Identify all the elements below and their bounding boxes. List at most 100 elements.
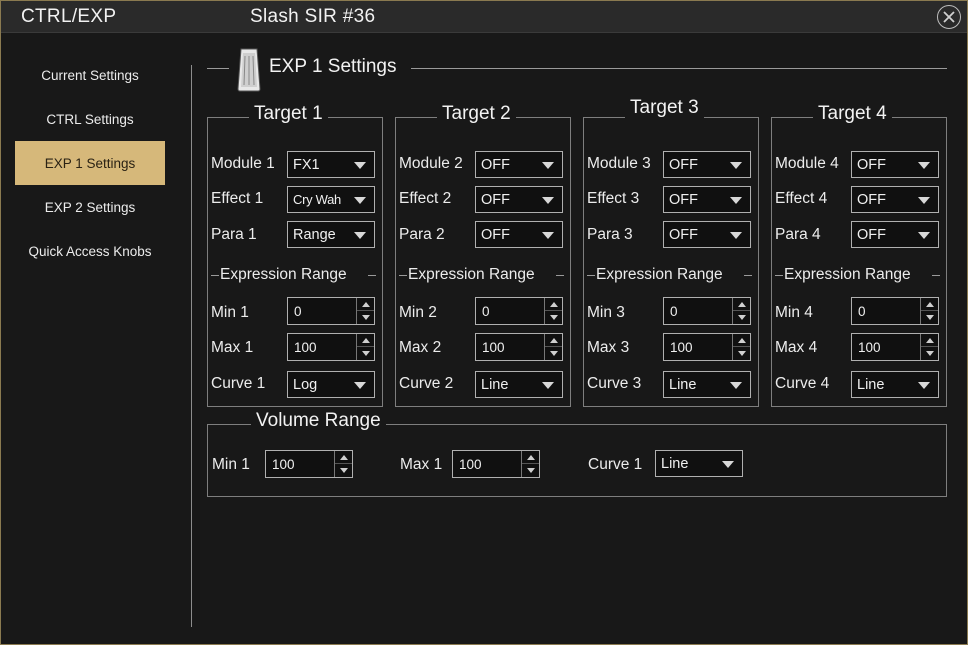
chevron-down-icon — [354, 382, 366, 389]
target-2-min-label: Min 2 — [399, 304, 437, 321]
target-4-effect-select[interactable]: OFF — [851, 186, 939, 213]
target-2-min-up-button[interactable] — [545, 298, 562, 311]
target-1-min-up-button[interactable] — [357, 298, 374, 311]
volume-curve-select[interactable]: Line — [655, 450, 743, 477]
sidebar-item-quick-access-knobs[interactable]: Quick Access Knobs — [15, 229, 165, 273]
volume-max-down-button[interactable] — [522, 464, 539, 477]
target-1-curve-label: Curve 1 — [211, 375, 266, 392]
sidebar-item-exp2-settings[interactable]: EXP 2 Settings — [15, 185, 165, 229]
target-1-max-down-button[interactable] — [357, 347, 374, 360]
target-1-module-select[interactable]: FX1 — [287, 151, 375, 178]
target-2-curve-select[interactable]: Line — [475, 371, 563, 398]
target-1-curve-select[interactable]: Log — [287, 371, 375, 398]
arrow-up-icon — [737, 301, 746, 307]
arrow-up-icon — [361, 301, 370, 307]
arrow-down-icon — [549, 351, 558, 356]
chevron-down-icon — [918, 197, 930, 204]
target-1-min-down-button[interactable] — [357, 311, 374, 324]
target-1-max-up-button[interactable] — [357, 334, 374, 347]
target-3-min-down-button[interactable] — [733, 311, 750, 324]
target-3-para-label: Para 3 — [587, 226, 633, 243]
target-1-para-select[interactable]: Range — [287, 221, 375, 248]
volume-min-up-button[interactable] — [335, 451, 352, 464]
arrow-down-icon — [925, 315, 934, 320]
target-2-module-label: Module 2 — [399, 155, 463, 172]
target-1-module-label: Module 1 — [211, 155, 275, 172]
target-2-min-down-button[interactable] — [545, 311, 562, 324]
target-4-module-select[interactable]: OFF — [851, 151, 939, 178]
target-3-max-spin-buttons — [732, 334, 750, 360]
target-1-curve-value: Log — [293, 377, 318, 393]
sidebar-item-exp1-settings[interactable]: EXP 1 Settings — [15, 141, 165, 185]
volume-min-spin-buttons — [334, 451, 352, 477]
target-4-title: Target 4 — [813, 103, 892, 125]
target-3-max-up-button[interactable] — [733, 334, 750, 347]
target-4-module-label: Module 4 — [775, 155, 839, 172]
target-2-max-down-button[interactable] — [545, 347, 562, 360]
volume-max-label: Max 1 — [400, 456, 443, 473]
target-4-min-label: Min 4 — [775, 304, 813, 321]
target-3-range-rule-right — [744, 275, 752, 276]
target-3-min-value: 0 — [670, 304, 678, 319]
target-4-max-spinbox[interactable]: 100 — [851, 333, 939, 361]
target-4-min-down-button[interactable] — [921, 311, 938, 324]
target-4-curve-label: Curve 4 — [775, 375, 830, 392]
target-2-para-select[interactable]: OFF — [475, 221, 563, 248]
target-4-min-spinbox[interactable]: 0 — [851, 297, 939, 325]
sidebar-divider — [191, 65, 192, 627]
target-1-max-spinbox[interactable]: 100 — [287, 333, 375, 361]
target-2-min-spin-buttons — [544, 298, 562, 324]
app-title: CTRL/EXP — [21, 6, 117, 27]
target-3-min-spinbox[interactable]: 0 — [663, 297, 751, 325]
arrow-up-icon — [526, 454, 535, 460]
target-4-para-select[interactable]: OFF — [851, 221, 939, 248]
chevron-down-icon — [542, 382, 554, 389]
arrow-down-icon — [361, 351, 370, 356]
target-3-module-value: OFF — [669, 157, 698, 173]
sidebar-item-ctrl-settings[interactable]: CTRL Settings — [15, 97, 165, 141]
target-1-min-spinbox[interactable]: 0 — [287, 297, 375, 325]
target-3-max-down-button[interactable] — [733, 347, 750, 360]
target-2-title: Target 2 — [437, 103, 516, 125]
arrow-down-icon — [361, 315, 370, 320]
target-2-max-value: 100 — [482, 340, 505, 355]
volume-min-spinbox[interactable]: 100 — [265, 450, 353, 478]
chevron-down-icon — [542, 232, 554, 239]
target-2-max-up-button[interactable] — [545, 334, 562, 347]
target-2-max-spinbox[interactable]: 100 — [475, 333, 563, 361]
target-4-min-up-button[interactable] — [921, 298, 938, 311]
target-4-max-up-button[interactable] — [921, 334, 938, 347]
sidebar-item-current-settings[interactable]: Current Settings — [15, 53, 165, 97]
target-4-curve-select[interactable]: Line — [851, 371, 939, 398]
target-3-title: Target 3 — [625, 97, 704, 119]
target-3-max-value: 100 — [670, 340, 693, 355]
arrow-up-icon — [339, 454, 348, 460]
target-2-curve-label: Curve 2 — [399, 375, 454, 392]
target-1-min-label: Min 1 — [211, 304, 249, 321]
target-1-effect-select[interactable]: Cry Wah — [287, 186, 375, 213]
target-2-min-spinbox[interactable]: 0 — [475, 297, 563, 325]
target-3-max-spinbox[interactable]: 100 — [663, 333, 751, 361]
target-4-expression-range-title: Expression Range — [784, 266, 911, 283]
target-3-min-label: Min 3 — [587, 304, 625, 321]
volume-curve-value: Line — [661, 456, 689, 472]
target-2-module-select[interactable]: OFF — [475, 151, 563, 178]
target-2-effect-label: Effect 2 — [399, 190, 452, 207]
target-3-min-up-button[interactable] — [733, 298, 750, 311]
target-3-effect-select[interactable]: OFF — [663, 186, 751, 213]
arrow-up-icon — [549, 337, 558, 343]
header-rule-left — [207, 68, 229, 69]
volume-min-down-button[interactable] — [335, 464, 352, 477]
target-4-max-down-button[interactable] — [921, 347, 938, 360]
target-2-para-label: Para 2 — [399, 226, 445, 243]
target-2-effect-select[interactable]: OFF — [475, 186, 563, 213]
target-2-max-label: Max 2 — [399, 339, 442, 356]
target-3-module-select[interactable]: OFF — [663, 151, 751, 178]
volume-max-spinbox[interactable]: 100 — [452, 450, 540, 478]
close-button[interactable] — [937, 5, 961, 29]
volume-max-up-button[interactable] — [522, 451, 539, 464]
target-3-curve-select[interactable]: Line — [663, 371, 751, 398]
preset-title: Slash SIR #36 — [250, 6, 376, 27]
target-3-para-select[interactable]: OFF — [663, 221, 751, 248]
target-1-max-value: 100 — [294, 340, 317, 355]
